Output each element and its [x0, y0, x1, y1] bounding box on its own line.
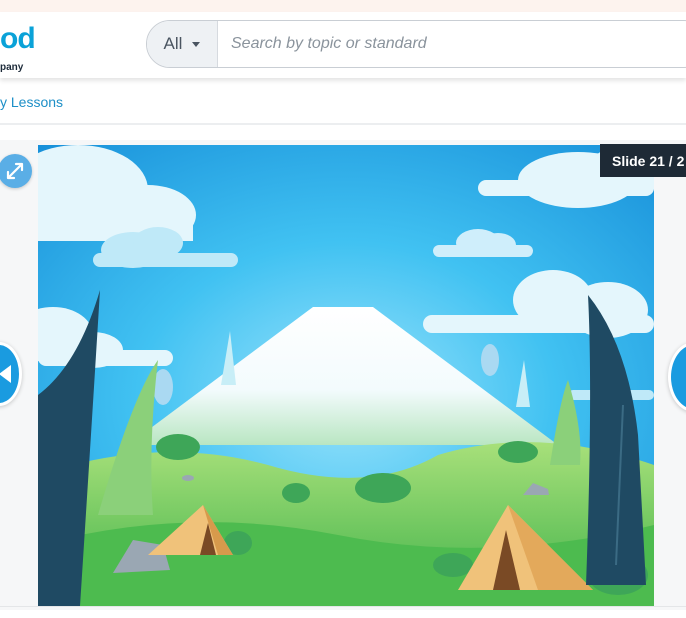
- slide-image: [38, 145, 654, 606]
- search-input[interactable]: [231, 21, 686, 67]
- breadcrumb-lessons-link[interactable]: y Lessons: [0, 94, 63, 110]
- slide-counter: Slide 21 / 2: [600, 144, 686, 177]
- logo-tagline: pany: [0, 62, 24, 73]
- triangle-left-icon: [0, 365, 11, 383]
- search-scope-value: All: [163, 34, 183, 53]
- divider: [0, 123, 686, 125]
- logo[interactable]: od: [0, 22, 36, 56]
- top-banner-strip: [0, 0, 686, 12]
- site-header: od pany All: [0, 12, 686, 78]
- divider: [0, 606, 686, 607]
- chevron-down-icon: [192, 41, 201, 47]
- search-scope-select[interactable]: All: [147, 21, 218, 67]
- search-bar: All: [146, 20, 686, 68]
- expand-icon: [6, 162, 24, 180]
